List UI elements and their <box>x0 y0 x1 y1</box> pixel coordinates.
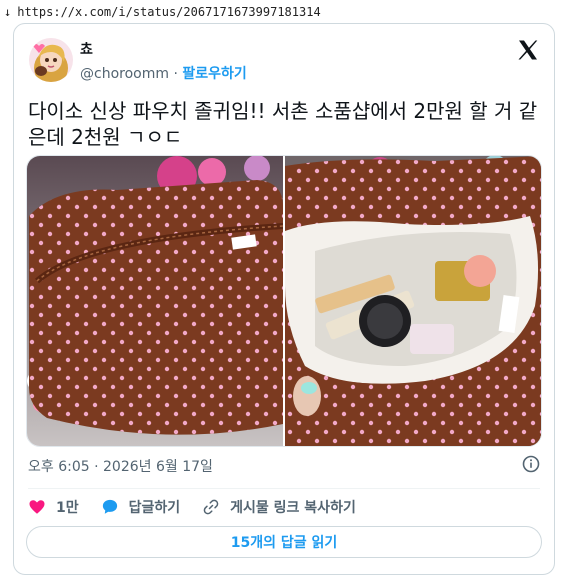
read-replies-button[interactable]: 15개의 답글 읽기 <box>26 526 542 558</box>
tweet-timestamp[interactable]: 오후 6:05 · 2026년 6월 17일 <box>28 456 213 476</box>
handle-row: @choroomm · 팔로우하기 <box>80 63 247 83</box>
url-text[interactable]: https://x.com/i/status/20671716739971813… <box>17 5 320 19</box>
download-arrow-icon: ↓ <box>4 5 12 19</box>
info-icon[interactable] <box>522 455 540 473</box>
action-bar: 1만 답글하기 게시물 링크 복사하기 <box>28 496 378 518</box>
tweet-card: 쵸 @choroomm · 팔로우하기 다이소 신상 파우치 졸귀임!! 서촌 … <box>13 23 555 575</box>
like-count: 1만 <box>56 500 79 516</box>
x-logo-icon[interactable] <box>516 38 540 62</box>
divider <box>28 488 540 489</box>
follow-button[interactable]: 팔로우하기 <box>182 66 246 82</box>
photo-left[interactable] <box>27 156 283 446</box>
dot-separator: · <box>173 66 178 82</box>
like-button[interactable]: 1만 <box>28 497 79 517</box>
speech-bubble-icon <box>102 499 117 514</box>
photo-right[interactable] <box>285 156 541 446</box>
address-bar: ↓ https://x.com/i/status/206717167399718… <box>0 0 563 24</box>
copy-link-label: 게시물 링크 복사하기 <box>230 500 356 516</box>
author-handle[interactable]: @choroomm <box>80 66 169 82</box>
link-icon <box>203 499 219 515</box>
copy-link-button[interactable]: 게시물 링크 복사하기 <box>202 497 356 517</box>
heart-icon <box>29 500 45 514</box>
media-grid <box>26 155 542 447</box>
avatar[interactable] <box>29 38 73 82</box>
author-name[interactable]: 쵸 <box>80 39 93 59</box>
reply-button[interactable]: 답글하기 <box>101 497 181 517</box>
reply-label: 답글하기 <box>128 500 181 516</box>
tweet-text: 다이소 신상 파우치 졸귀임!! 서촌 소품샵에서 2만원 할 거 같은데 2천… <box>28 99 538 149</box>
